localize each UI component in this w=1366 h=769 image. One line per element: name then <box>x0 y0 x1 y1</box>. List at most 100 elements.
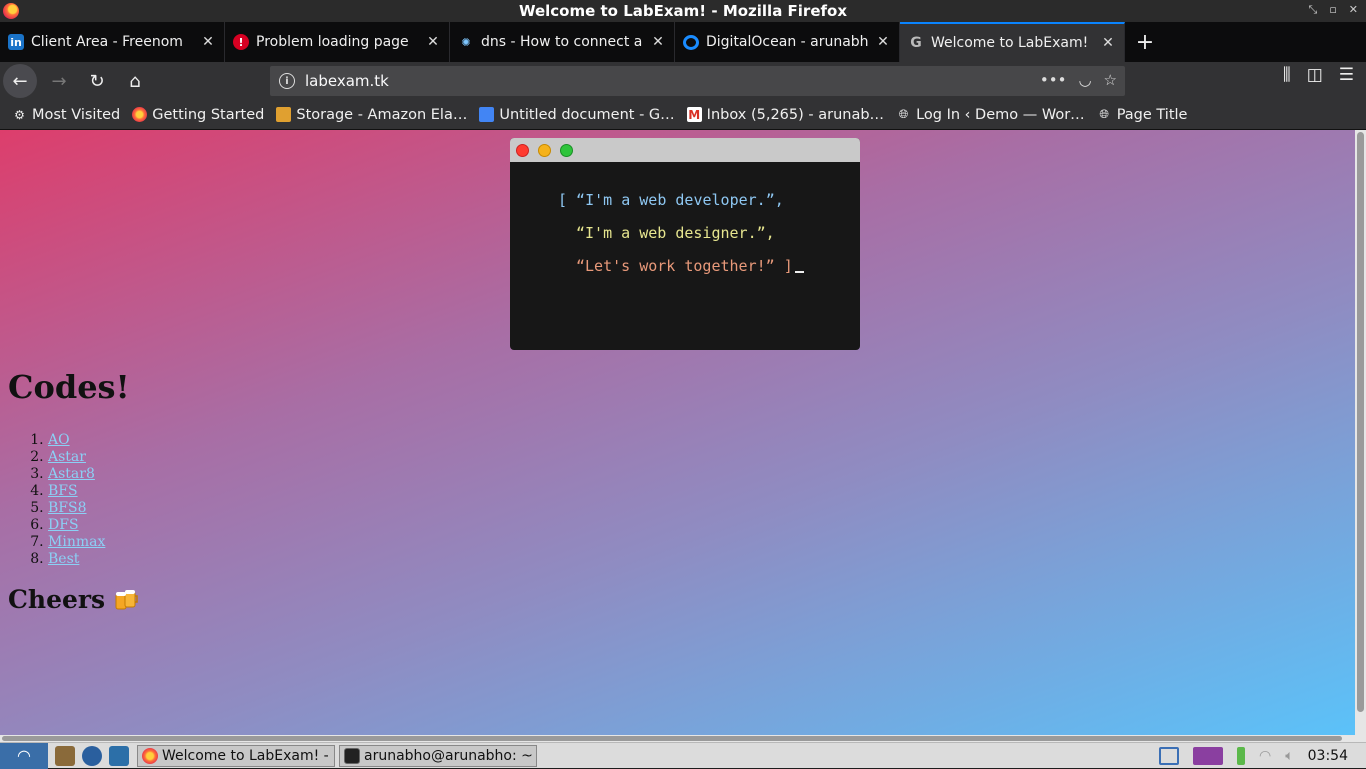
tab-close-icon[interactable]: ✕ <box>875 34 891 50</box>
back-button[interactable]: ← <box>3 64 37 98</box>
link-dfs[interactable]: DFS <box>48 517 79 533</box>
link-ao[interactable]: AO <box>48 432 70 448</box>
tab-dns[interactable]: ✺ dns - How to connect a F ✕ <box>450 22 675 62</box>
error-icon: ! <box>233 34 249 50</box>
navigation-bar: ← → ↻ ⌂ i labexam.tk ••• ◡ ☆ ⫼ ◫ ☰ <box>0 62 1366 100</box>
window-title: Welcome to LabExam! - Mozilla Firefox <box>518 2 848 20</box>
minimize-icon[interactable]: ⤡ <box>1309 3 1318 17</box>
reload-icon: ↻ <box>89 70 105 92</box>
start-menu-button[interactable]: ◠ <box>0 742 48 769</box>
bookmark-label: Inbox (5,265) - arunab… <box>706 106 885 123</box>
code-links-list: AO Astar Astar8 BFS BFS8 DFS Minmax Best <box>48 432 105 568</box>
url-text[interactable]: labexam.tk <box>305 72 389 90</box>
link-bfs[interactable]: BFS <box>48 483 78 499</box>
bookmark-login-demo[interactable]: 🌐︎ Log In ‹ Demo — Wor… <box>890 107 1091 123</box>
terminal-line-1: [ “I'm a web developer.”, <box>558 191 784 209</box>
tab-freenom[interactable]: in Client Area - Freenom ✕ <box>0 22 225 62</box>
volume-icon[interactable]: 🔈︎ <box>1285 748 1293 764</box>
bookmark-label: Getting Started <box>152 106 265 123</box>
url-actions: ••• ◡ ☆ <box>1040 71 1117 89</box>
scrollbar-thumb[interactable] <box>2 736 1342 741</box>
bookmark-storage-amazon[interactable]: Storage - Amazon Ela… <box>270 107 473 123</box>
battery-icon[interactable] <box>1237 747 1246 765</box>
plus-icon: + <box>1135 29 1155 55</box>
url-bar[interactable]: i labexam.tk ••• ◡ ☆ <box>270 66 1125 96</box>
clock[interactable]: 03:54 <box>1308 748 1348 764</box>
window-titlebar: Welcome to LabExam! - Mozilla Firefox ⤡ … <box>0 0 1366 22</box>
library-icon[interactable]: ⫼ <box>1283 65 1291 85</box>
list-item: Astar <box>48 449 105 466</box>
horizontal-scrollbar[interactable] <box>0 735 1366 742</box>
terminal-window: [ “I'm a web developer.”, “I'm a web des… <box>510 138 860 350</box>
terminal-line-2: “I'm a web designer.”, <box>576 224 775 242</box>
task-terminal[interactable]: arunabho@arunabho: ~ <box>339 744 537 767</box>
task-label: Welcome to LabExam! - ... <box>162 747 335 764</box>
link-astar[interactable]: Astar <box>48 449 86 465</box>
close-icon[interactable]: ✕ <box>1349 3 1358 17</box>
task-label: arunabho@arunabho: ~ <box>364 747 533 764</box>
link-bfs8[interactable]: BFS8 <box>48 500 87 516</box>
browser-icon[interactable] <box>82 745 102 766</box>
menu-icon[interactable]: ☰ <box>1339 65 1354 85</box>
list-item: Best <box>48 551 105 568</box>
bookmark-inbox[interactable]: M Inbox (5,265) - arunab… <box>681 107 890 123</box>
tab-labexam[interactable]: G Welcome to LabExam! ✕ <box>900 22 1125 62</box>
tab-close-icon[interactable]: ✕ <box>1100 35 1116 51</box>
vertical-scrollbar[interactable] <box>1355 130 1366 735</box>
pocket-icon[interactable]: ◡ <box>1078 71 1091 89</box>
info-icon[interactable]: i <box>279 73 295 89</box>
bookmark-star-icon[interactable]: ☆ <box>1104 71 1117 89</box>
bookmark-label: Log In ‹ Demo — Wor… <box>916 106 1085 123</box>
link-best[interactable]: Best <box>48 551 79 567</box>
gear-icon: ⚙ <box>14 107 25 122</box>
firefox-tray-icon[interactable] <box>1193 747 1224 765</box>
docs-icon <box>479 107 495 122</box>
firefox-icon <box>132 107 148 122</box>
window-controls: ⤡ ▫ ✕ <box>1309 3 1359 17</box>
text-cursor <box>794 258 804 273</box>
tab-bar: in Client Area - Freenom ✕ ! Problem loa… <box>0 22 1366 62</box>
bookmark-page-title[interactable]: 🌐︎ Page Title <box>1091 107 1194 123</box>
maximize-icon[interactable]: ▫ <box>1329 3 1336 17</box>
wifi-icon[interactable]: ◠ <box>1259 748 1271 764</box>
globe-icon: 🌐︎ <box>898 107 909 121</box>
yellow-dot-icon <box>538 143 551 157</box>
link-minmax[interactable]: Minmax <box>48 534 105 550</box>
forward-button[interactable]: → <box>43 65 75 97</box>
list-item: Minmax <box>48 534 105 551</box>
display-icon[interactable] <box>1159 747 1180 765</box>
bookmark-most-visited[interactable]: ⚙ Most Visited <box>6 107 126 123</box>
system-tray: ◠ 🔈︎ 03:54 <box>1159 743 1366 769</box>
globe-icon: 🌐︎ <box>1099 107 1109 121</box>
bulb-icon: ✺ <box>461 35 471 49</box>
tab-label: DigitalOcean - arunabho <box>706 34 869 50</box>
tab-label: Client Area - Freenom <box>31 34 183 50</box>
sidebar-icon[interactable]: ◫ <box>1307 65 1323 85</box>
tab-close-icon[interactable]: ✕ <box>650 34 666 50</box>
tab-close-icon[interactable]: ✕ <box>200 34 216 50</box>
tab-label: dns - How to connect a F <box>481 34 644 50</box>
home-button[interactable]: ⌂ <box>119 65 151 97</box>
tab-problem-loading[interactable]: ! Problem loading page ✕ <box>225 22 450 62</box>
bookmark-label: Storage - Amazon Ela… <box>296 106 468 123</box>
google-icon: G <box>910 35 922 51</box>
start-icon: ◠ <box>17 746 31 765</box>
arrow-right-icon: → <box>51 70 67 92</box>
link-astar8[interactable]: Astar8 <box>48 466 95 482</box>
more-actions-icon[interactable]: ••• <box>1040 71 1067 89</box>
arrow-left-icon: ← <box>12 70 28 92</box>
task-firefox[interactable]: Welcome to LabExam! - ... <box>137 744 335 767</box>
gmail-icon: M <box>686 107 702 122</box>
file-manager-icon[interactable] <box>55 745 75 766</box>
red-dot-icon <box>516 143 529 157</box>
cheers-text: Cheers <box>8 585 106 614</box>
bookmark-getting-started[interactable]: Getting Started <box>126 107 270 123</box>
green-dot-icon <box>560 143 573 157</box>
bookmark-untitled-document[interactable]: Untitled document - G… <box>473 107 680 123</box>
scrollbar-thumb[interactable] <box>1357 132 1364 712</box>
new-tab-button[interactable]: + <box>1125 22 1165 62</box>
reload-button[interactable]: ↻ <box>81 65 113 97</box>
tab-close-icon[interactable]: ✕ <box>425 34 441 50</box>
vscode-icon[interactable] <box>109 745 129 766</box>
tab-digitalocean[interactable]: DigitalOcean - arunabho ✕ <box>675 22 900 62</box>
